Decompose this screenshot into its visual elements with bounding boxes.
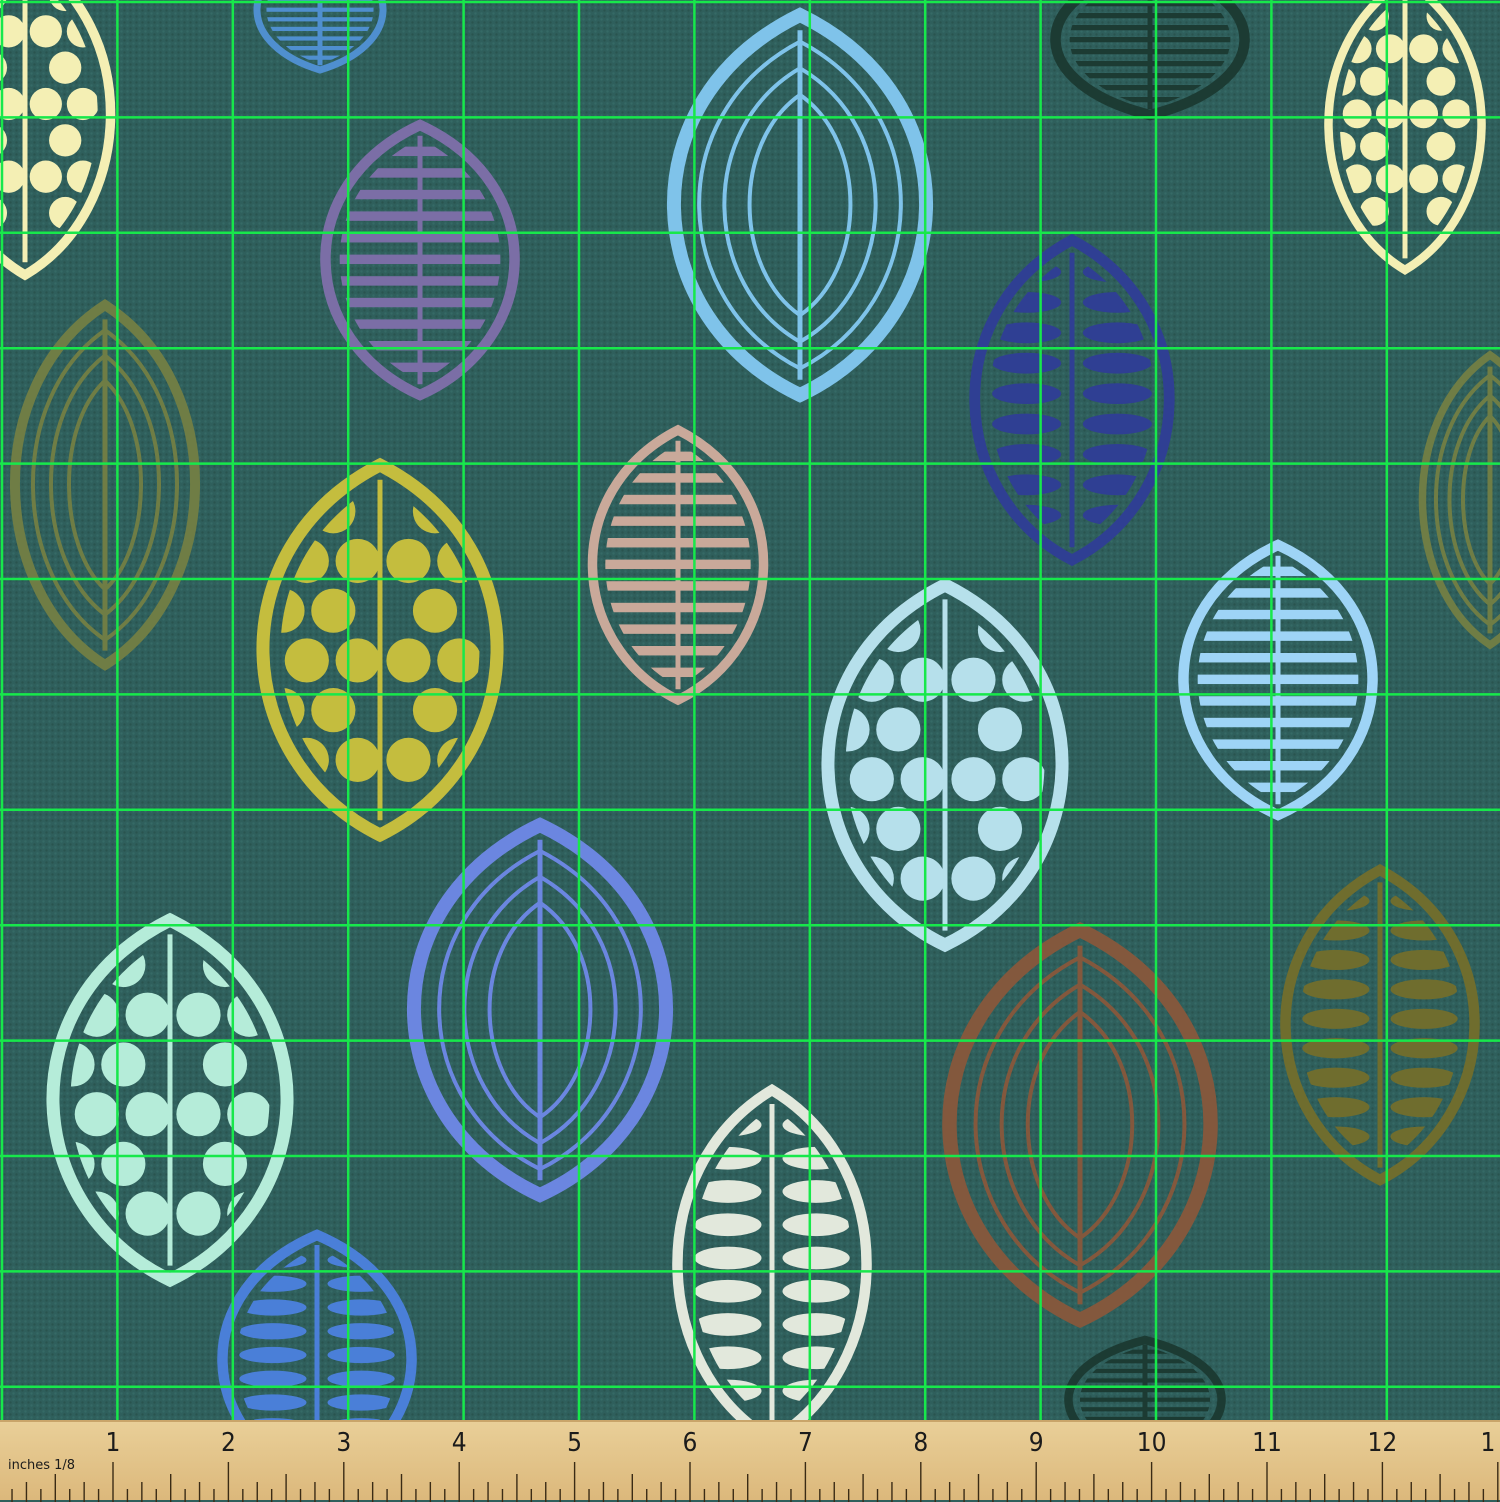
ruler-number: 11: [1252, 1428, 1282, 1458]
ruler-number: 2: [220, 1428, 236, 1458]
ruler-number: 6: [682, 1428, 698, 1458]
ruler-number: 7: [797, 1428, 813, 1458]
ruler-number: 8: [913, 1428, 929, 1458]
ruler-number: 4: [451, 1428, 467, 1458]
ruler: 1 2 3 4 5 6 7 8 9 10 11 12 1 inches 1/8: [0, 1420, 1500, 1502]
ruler-number: 1: [105, 1428, 121, 1458]
ruler-number: 12: [1367, 1428, 1398, 1458]
ruler-number: 1: [1480, 1428, 1496, 1458]
ruler-unit-label: inches 1/8: [8, 1458, 76, 1473]
ruler-number: 3: [336, 1428, 352, 1458]
ruler-number: 5: [567, 1428, 583, 1458]
ruler-number: 10: [1136, 1428, 1167, 1458]
ruler-number: 9: [1028, 1428, 1044, 1458]
fabric-swatch: [0, 0, 1500, 1420]
